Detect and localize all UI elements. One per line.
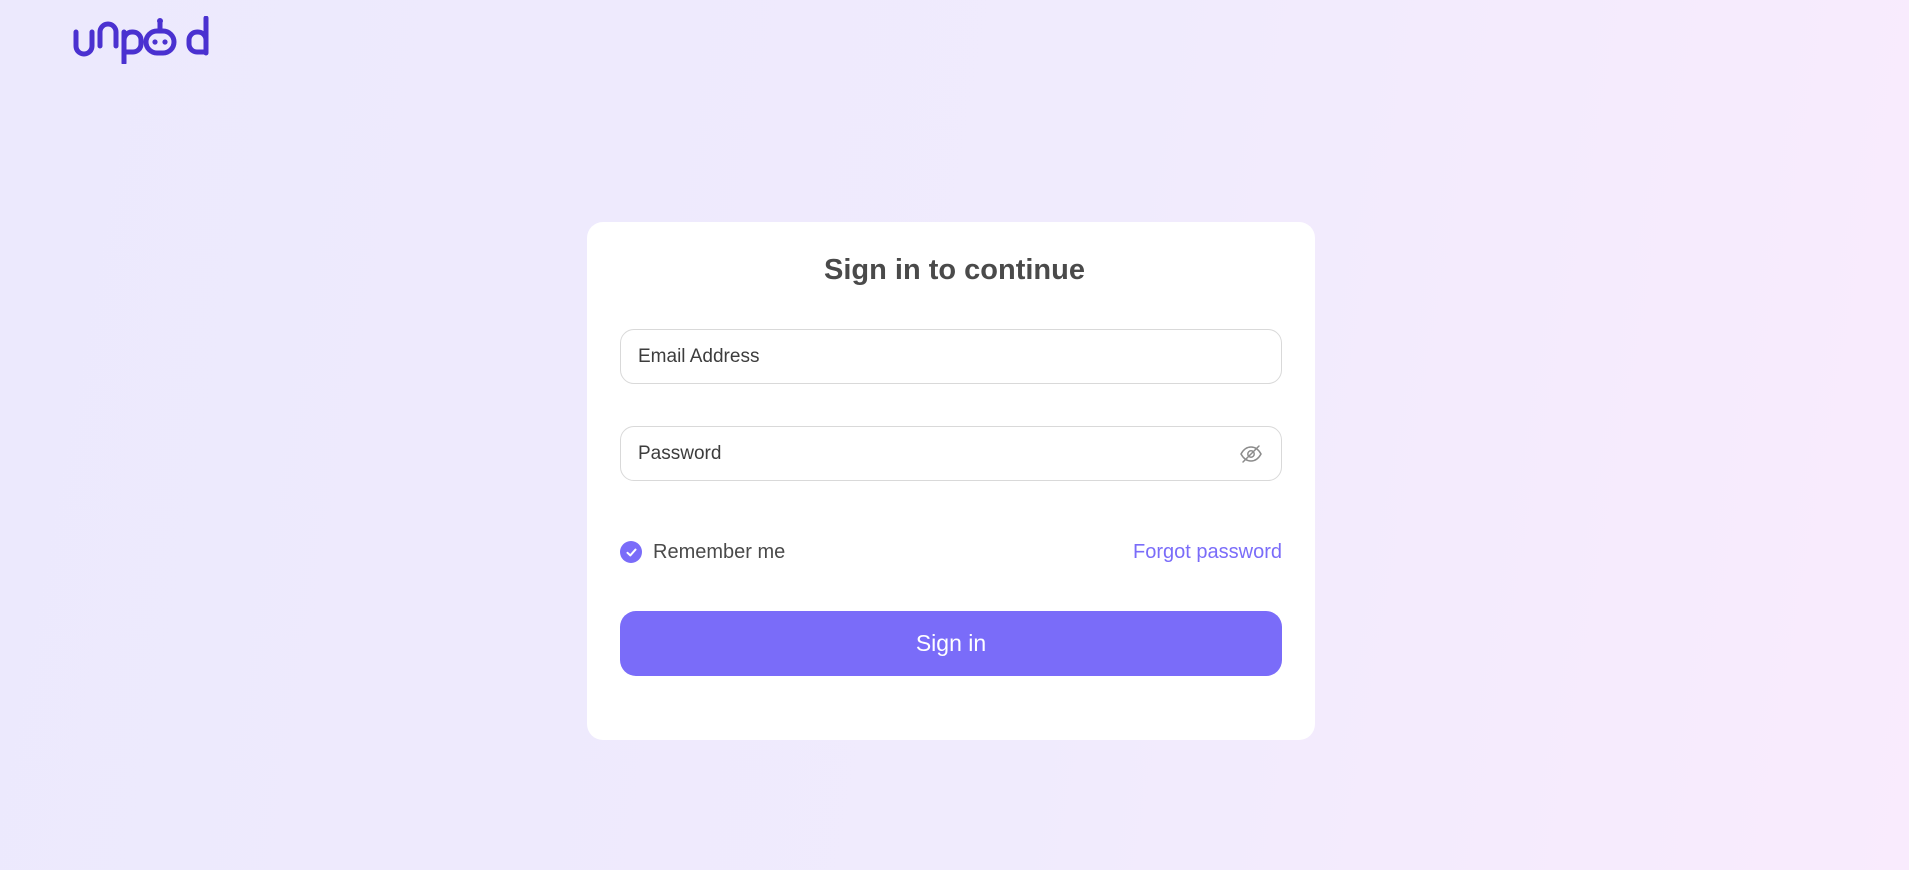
remember-me-checkbox[interactable]: Remember me [620,541,785,564]
remember-me-label: Remember me [653,540,786,563]
email-field-wrapper [620,329,1282,384]
password-field[interactable] [638,442,1238,465]
unpod-logo [73,16,209,64]
check-icon[interactable] [620,541,642,563]
options-row: Remember me Forgot password [620,538,1282,566]
sign-in-button[interactable]: Sign in [620,611,1282,676]
eye-off-icon[interactable] [1238,441,1264,467]
forgot-password-link[interactable]: Forgot password [1133,541,1282,564]
email-field[interactable] [638,345,1264,368]
password-field-wrapper [620,426,1282,481]
page-title: Sign in to continue [824,254,1085,286]
